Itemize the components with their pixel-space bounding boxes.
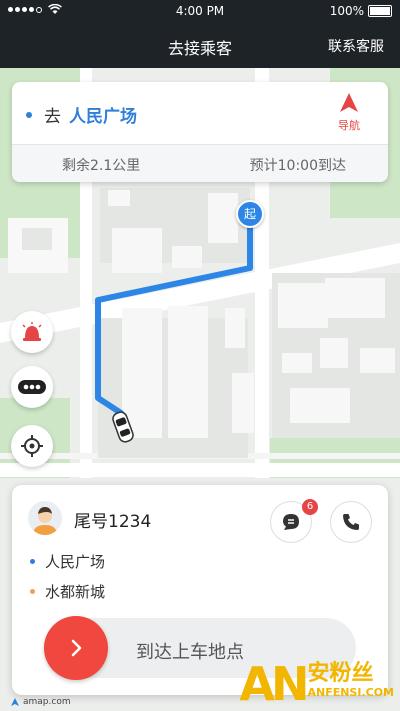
watermark-text: 安粉丝 ANFENSI.COM xyxy=(307,661,394,699)
estimated-arrival: 预计10:00到达 xyxy=(249,158,346,174)
watermark-cn: 安粉丝 xyxy=(307,661,374,686)
map-brand: amap.com xyxy=(23,697,71,707)
chat-icon xyxy=(283,514,299,530)
trip-summary: 剩余2.1公里 预计10:00到达 xyxy=(12,145,388,182)
call-button[interactable] xyxy=(330,501,372,543)
remaining-distance: 剩余2.1公里 xyxy=(62,158,141,174)
contact-service-link[interactable]: 联系客服 xyxy=(328,36,384,56)
watermark-en: ANFENSI.COM xyxy=(307,686,394,699)
pickup-dot xyxy=(30,559,35,564)
map-attribution: amap.com xyxy=(10,697,71,707)
more-icon xyxy=(18,380,46,394)
locate-button[interactable] xyxy=(11,425,53,467)
arrow-right-icon xyxy=(71,639,82,657)
alarm-icon xyxy=(22,322,42,341)
navigation-label: 导航 xyxy=(338,119,360,132)
destination-row: 去 人民广场 xyxy=(26,102,137,127)
start-marker: 起 xyxy=(236,200,264,228)
destination-card: 去 人民广场 导航 剩余2.1公里 预计10:00到达 xyxy=(12,82,388,182)
unread-badge: 6 xyxy=(302,499,318,515)
avatar xyxy=(28,501,62,535)
pickup-name: 人民广场 xyxy=(45,553,106,571)
watermark-letters: AN xyxy=(239,657,309,711)
battery-icon xyxy=(368,5,392,17)
passenger-name: 尾号1234 xyxy=(74,512,152,532)
title-bar: 去接乘客 联系客服 xyxy=(0,22,400,68)
battery-percent: 100% xyxy=(329,4,364,18)
navigation-button[interactable]: 导航 xyxy=(324,92,374,133)
navigation-arrow-icon xyxy=(340,93,358,112)
dropoff-name: 水都新城 xyxy=(45,583,106,601)
destination-prefix: 去 xyxy=(44,107,61,127)
more-button[interactable] xyxy=(11,366,53,408)
destination-dot xyxy=(26,111,32,118)
slider-handle[interactable] xyxy=(44,616,108,680)
status-bar: 4:00 PM 100% xyxy=(0,0,400,22)
watermark: AN 安粉丝 ANFENSI.COM xyxy=(239,661,394,707)
alarm-button[interactable] xyxy=(11,311,53,353)
battery-indicator: 100% xyxy=(330,4,392,18)
pickup-location: 人民广场 xyxy=(30,551,105,572)
locate-icon xyxy=(21,435,43,457)
start-marker-label: 起 xyxy=(243,207,256,221)
phone-icon xyxy=(343,514,359,530)
destination-name: 人民广场 xyxy=(69,107,137,127)
amap-logo-icon xyxy=(11,698,19,706)
dropoff-dot xyxy=(30,589,35,594)
dropoff-location: 水都新城 xyxy=(30,581,105,602)
car-icon xyxy=(110,410,136,444)
slider-label: 到达上车地点 xyxy=(136,642,244,663)
